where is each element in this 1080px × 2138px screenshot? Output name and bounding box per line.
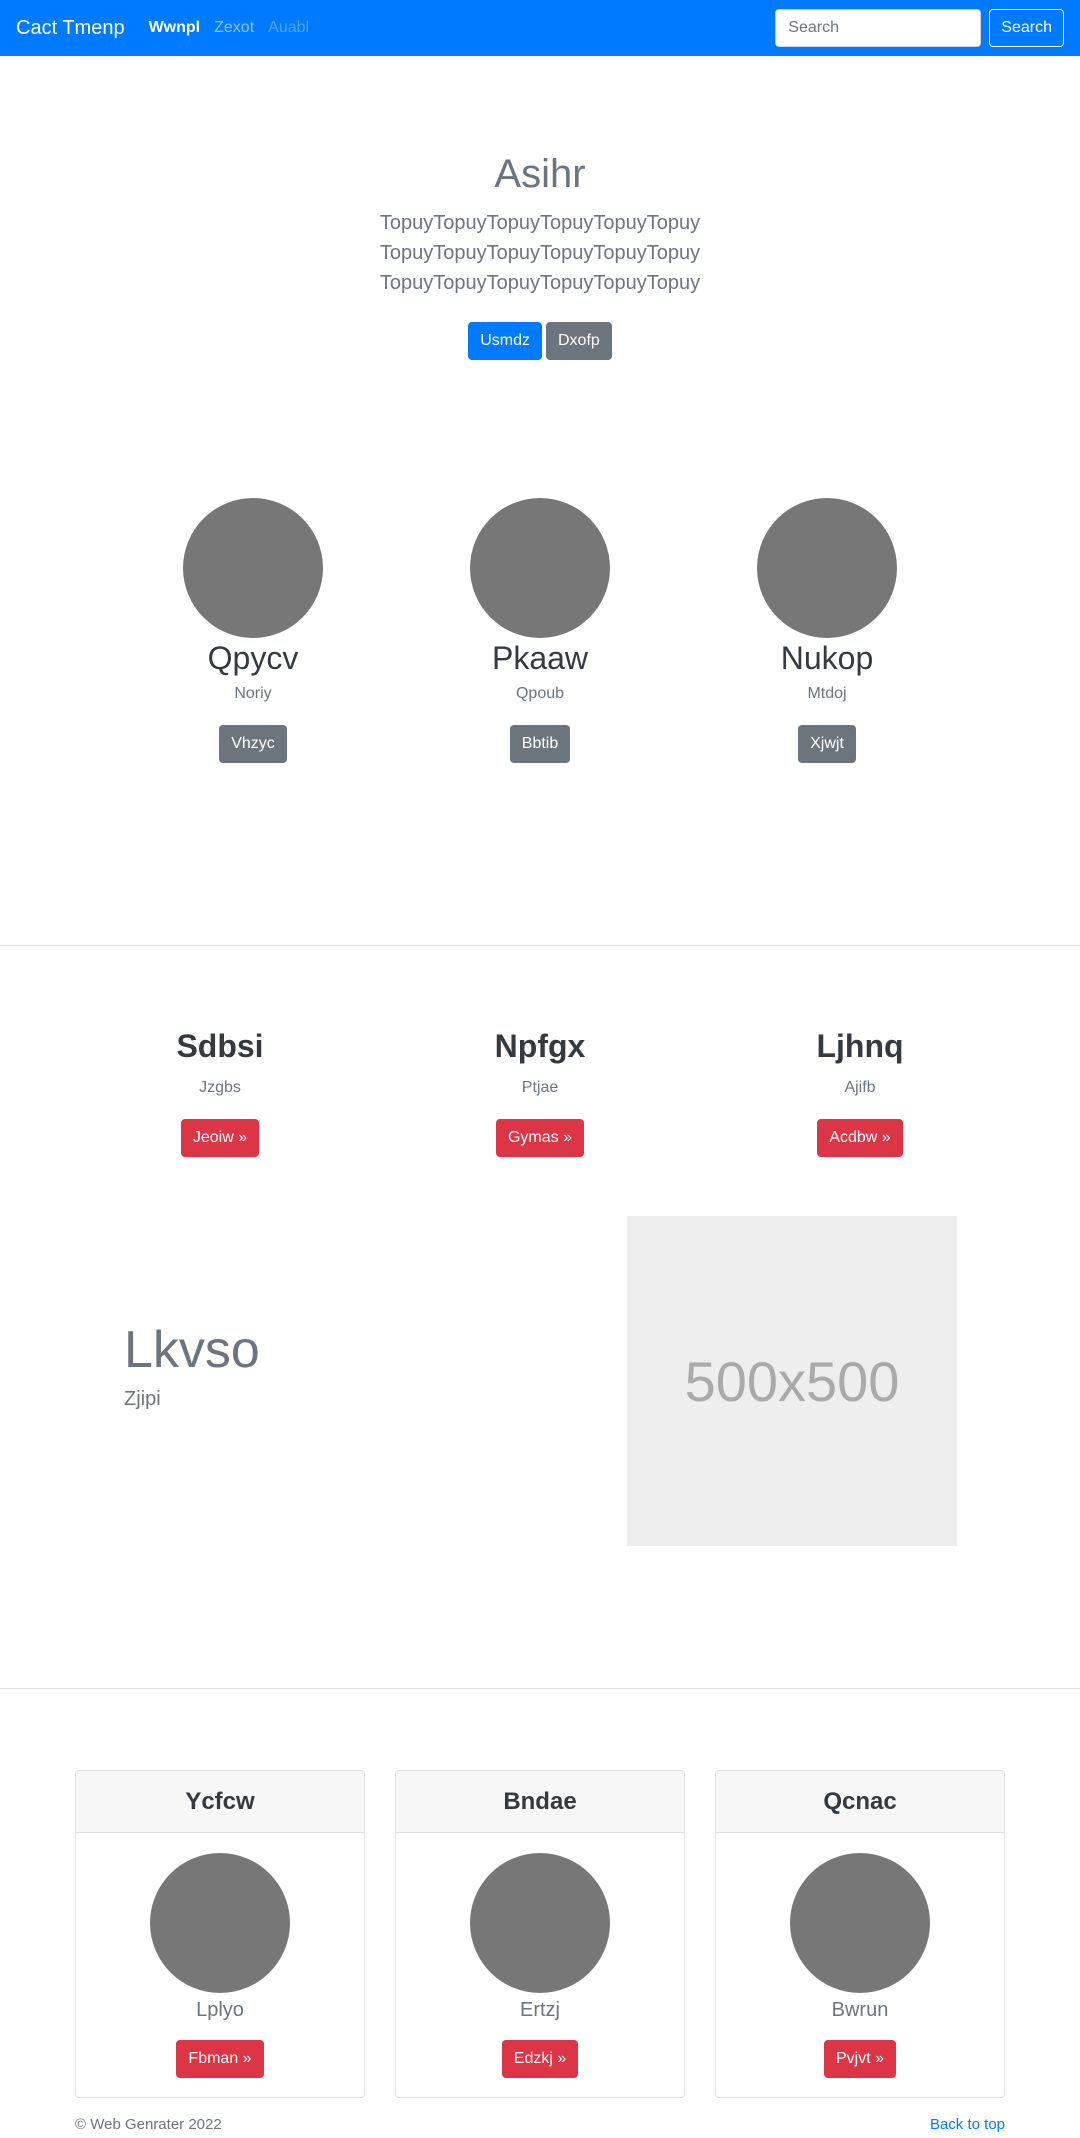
feature-text: Ptjae [521,1079,559,1096]
pricing-card: Bndae Ertzj Edzkj » [395,1770,685,2098]
card-avatar [150,1853,290,1993]
feature-text: Jzgbs [199,1079,241,1096]
profile-text: Qpoub [515,685,565,702]
feature-title: Ljhnq [816,1028,904,1064]
profile-button[interactable]: Vhzyc [219,725,287,763]
featurette-subheading: Zjipi [124,1388,161,1410]
card-button[interactable]: Pvjvt » [823,2040,896,2078]
profile-avatar [183,498,323,638]
feature-column: Sdbsi Jzgbs Jeoiw » [70,1028,370,1157]
feature-title: Sdbsi [176,1028,264,1064]
feature-button[interactable]: Acdbw » [817,1119,903,1157]
back-to-top-link[interactable]: Back to top [930,2116,1005,2133]
search-button[interactable]: Search [989,9,1064,47]
card-body: Lplyo Fbman » [76,1833,364,2078]
card-header: Ycfcw [76,1771,364,1833]
section-divider [0,945,1080,946]
search-input[interactable] [775,9,982,47]
card-text: Ertzj [520,1999,560,2021]
profile-column: Pkaaw Qpoub Bbtib [390,498,690,763]
featurette-placeholder-image: 500x500 [627,1216,957,1546]
feature-text: Ajifb [844,1079,876,1096]
card-header: Qcnac [716,1771,1004,1833]
card-header: Bndae [396,1771,684,1833]
nav-link-auabl: Auabl [268,19,310,36]
footer-copyright: © Web Genrater 2022 [75,2116,222,2133]
hero-lead: TopuyTopuyTopuyTopuyTopuyTopuy TopuyTopu… [379,212,701,294]
navbar-search-form: Search [775,9,1064,47]
profile-text: Noriy [234,685,272,702]
profile-title: Nukop [780,640,874,676]
card-avatar [790,1853,930,1993]
placeholder-image-label: 500x500 [684,1349,900,1413]
profile-column: Nukop Mtdoj Xjwjt [677,498,977,763]
hero-primary-button[interactable]: Usmdz [468,322,542,360]
card-button[interactable]: Edzkj » [501,2040,579,2078]
profile-button[interactable]: Xjwjt [798,725,856,763]
pricing-card: Ycfcw Lplyo Fbman » [75,1770,365,2098]
card-avatar [470,1853,610,1993]
card-body: Bwrun Pvjvt » [716,1833,1004,2078]
section-divider [0,1688,1080,1689]
nav-link-wwnpl[interactable]: Wwnpl [149,19,201,37]
feature-column: Npfgx Ptjae Gymas » [390,1028,690,1157]
feature-column: Ljhnq Ajifb Acdbw » [710,1028,1010,1157]
top-navbar: Cact Tmenp Wwnpl Zexot Auabl Search [0,0,1080,56]
card-body: Ertzj Edzkj » [396,1833,684,2078]
feature-button[interactable]: Gymas » [495,1119,584,1157]
nav-link-zexot[interactable]: Zexot [214,19,254,37]
hero-title: Asihr [494,152,586,196]
hero-secondary-button[interactable]: Dxofp [545,322,612,360]
profile-avatar [757,498,897,638]
hero-actions: Usmdz Dxofp [0,322,1080,360]
feature-button[interactable]: Jeoiw » [180,1119,260,1157]
profile-avatar [470,498,610,638]
card-text: Lplyo [196,1999,244,2021]
profile-title: Pkaaw [491,640,589,676]
profile-column: Qpycv Noriy Vhzyc [103,498,403,763]
profile-text: Mtdoj [807,685,847,702]
profile-button[interactable]: Bbtib [509,725,571,763]
profile-title: Qpycv [207,640,299,676]
hero-section: Asihr TopuyTopuyTopuyTopuyTopuyTopuy Top… [0,150,1080,360]
card-button[interactable]: Fbman » [176,2040,264,2078]
featurette-heading: Lkvso [124,1321,260,1379]
navbar-brand[interactable]: Cact Tmenp [16,17,125,40]
pricing-card: Qcnac Bwrun Pvjvt » [715,1770,1005,2098]
card-text: Bwrun [831,1999,889,2021]
feature-title: Npfgx [494,1028,586,1064]
